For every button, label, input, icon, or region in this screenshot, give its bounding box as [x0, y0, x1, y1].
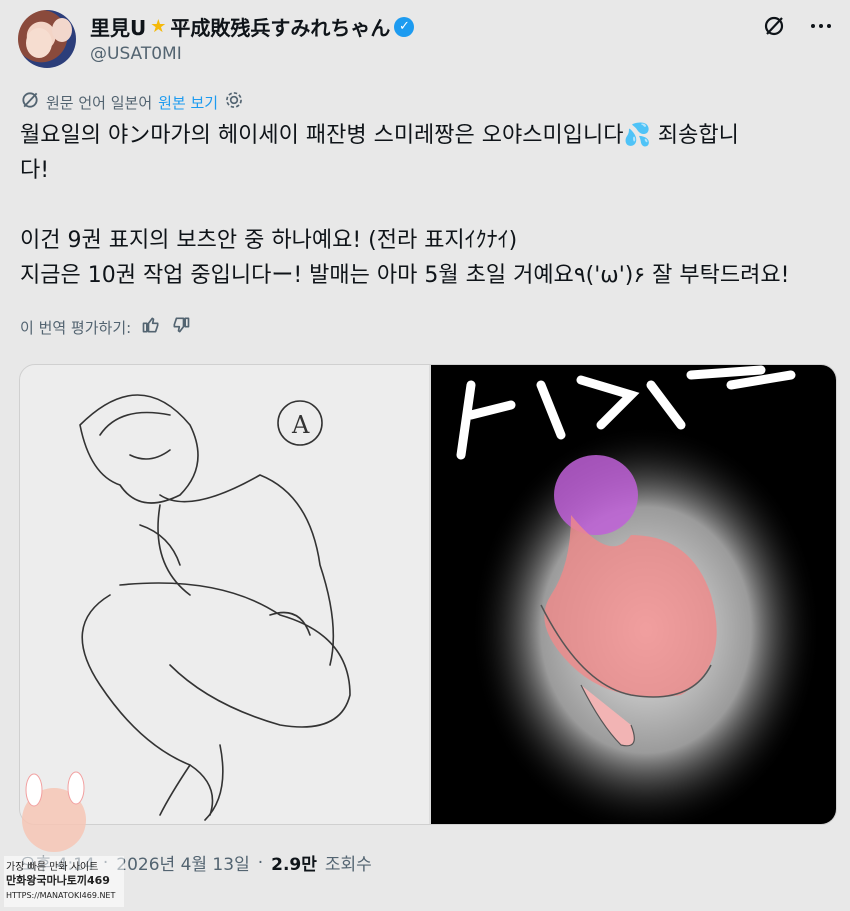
grok-icon[interactable]	[762, 14, 786, 38]
grok-translate-icon	[20, 90, 40, 114]
sketch-image[interactable]: A	[20, 365, 429, 824]
tweet-line-2: 다!	[20, 158, 50, 183]
media-gallery[interactable]: A ドォ ル	[19, 364, 837, 825]
tweet-text: 월요일의 야ン마가의 헤이세이 패잔병 스미레짱은 오야스미입니다💦 죄송합니 …	[20, 118, 835, 293]
sweat-drops-icon: 💦	[623, 123, 651, 148]
rate-translation-row: 이 번역 평가하기:	[20, 315, 191, 339]
thumbs-down-icon[interactable]	[171, 315, 191, 339]
site-watermark: 가장 빠른 만화 사이트 만화왕국마나토끼469 HTTPS://MANATOK…	[4, 770, 124, 907]
more-options-icon[interactable]	[810, 23, 832, 29]
watermark-line-2: 만화왕국마나토끼469	[6, 873, 110, 887]
tweet-header: 里見U ★ 平成敗残兵すみれちゃん ✓ @USAT0MI	[18, 6, 832, 70]
display-name-suffix[interactable]: 平成敗残兵すみれちゃん	[170, 12, 390, 41]
tweet-line-1-end: 죄송합니	[657, 123, 739, 148]
color-image[interactable]: ドォ ル	[431, 365, 836, 824]
display-name[interactable]: 里見U	[90, 12, 146, 41]
view-count-label: 조회수	[324, 855, 372, 875]
verified-badge-icon: ✓	[394, 16, 415, 37]
view-count: 2.9만	[271, 855, 317, 875]
avatar[interactable]	[18, 10, 76, 68]
tweet-line-3: 이건 9권 표지의 보츠안 중 하나예요! (전라 표지ｲｸﾅｲ)	[20, 228, 518, 253]
onomatopoeia-text: ドォ ル	[451, 818, 454, 821]
name-row[interactable]: 里見U ★ 平成敗残兵すみれちゃん ✓	[90, 12, 415, 41]
watermark-line-3: HTTPS://MANATOKI469.NET	[6, 891, 115, 900]
tweet-line-4: 지금은 10권 작업 중입니다ー! 발매는 아마 5월 초일 거예요٩('ω')…	[20, 263, 790, 288]
translation-source-label: 원문 언어 일본어	[46, 93, 153, 112]
rate-label: 이 번역 평가하기:	[20, 318, 132, 337]
tweet-line-1: 월요일의 야ン마가의 헤이세이 패잔병 스미레짱은 오야스미입니다	[20, 123, 624, 148]
watermark-line-1: 가장 빠른 만화 사이트	[6, 861, 98, 873]
sketch-label: A	[291, 411, 310, 439]
tweet-date[interactable]: 2026년 4월 13일	[116, 850, 249, 875]
star-icon: ★	[150, 16, 167, 37]
translation-row: 원문 언어 일본어 원본 보기	[20, 90, 244, 114]
handle[interactable]: @USAT0MI	[90, 44, 182, 64]
settings-gear-icon[interactable]	[224, 90, 244, 114]
thumbs-up-icon[interactable]	[141, 315, 161, 339]
show-original-link[interactable]: 원본 보기	[158, 92, 218, 113]
